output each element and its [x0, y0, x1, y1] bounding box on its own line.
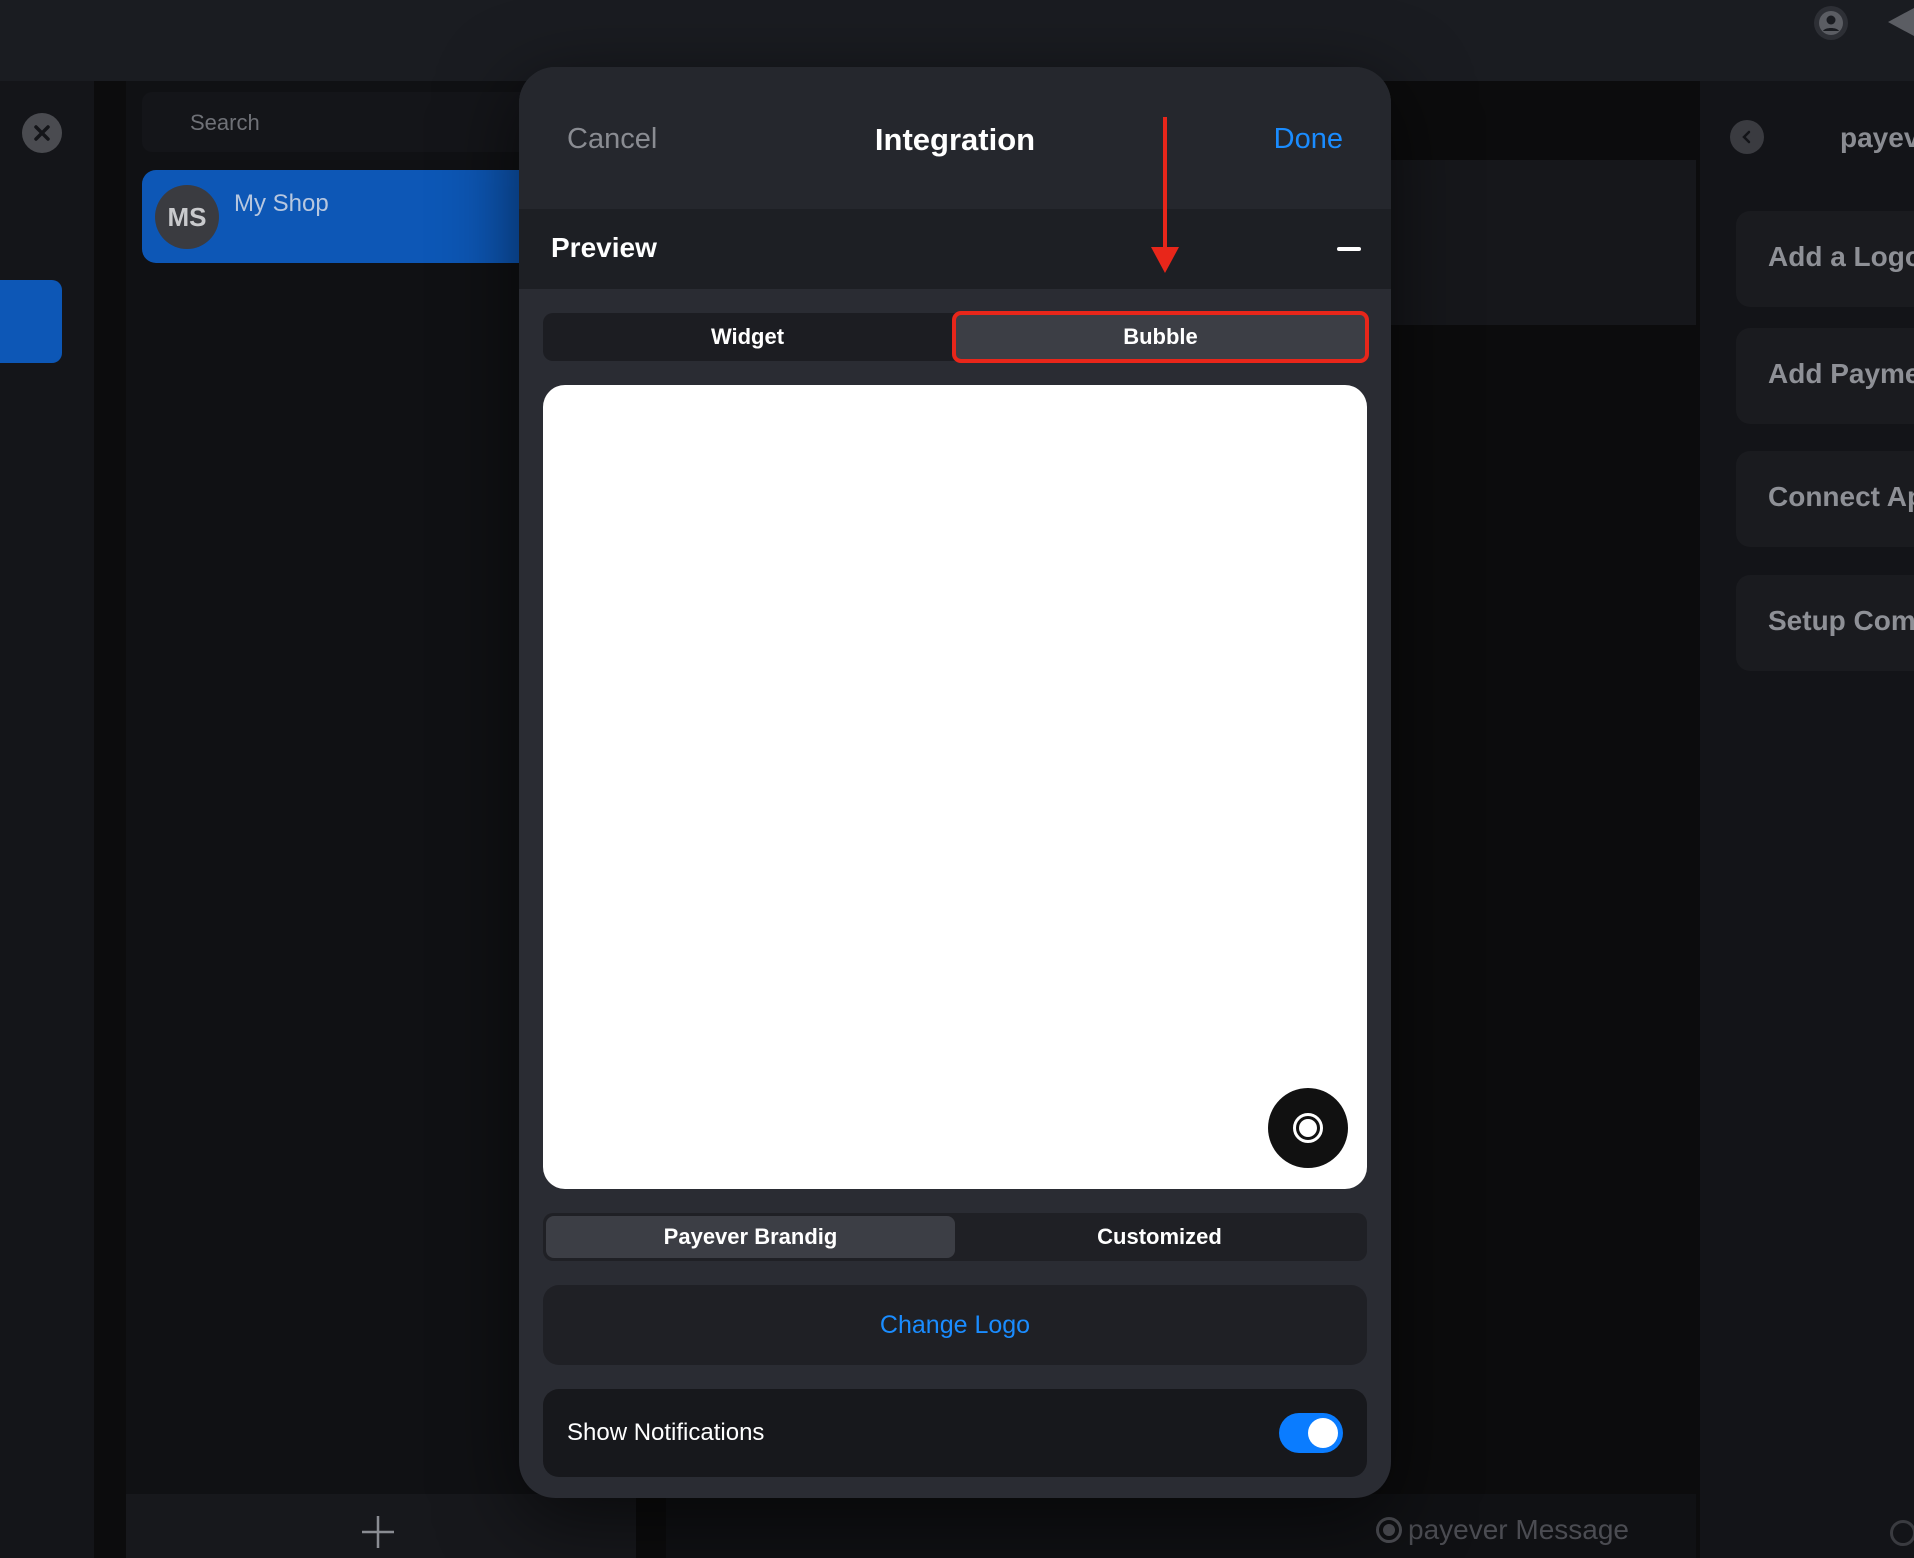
change-logo-button[interactable]: Change Logo [543, 1285, 1367, 1365]
send-icon[interactable] [1886, 4, 1914, 40]
plus-icon[interactable] [360, 1514, 396, 1550]
footer-brand-text: payever Message [1408, 1514, 1630, 1545]
right-panel-title: payev [1840, 122, 1914, 153]
done-button[interactable]: Done [1274, 123, 1343, 156]
integration-modal: Cancel Integration Done Preview Widget B… [519, 67, 1391, 1498]
chat-bubble-button[interactable] [1268, 1088, 1348, 1168]
rail-active-item[interactable] [0, 280, 62, 363]
annotation-arrow-head [1151, 247, 1179, 273]
user-circle-icon[interactable] [1814, 6, 1848, 40]
right-panel-item-setup-commerce[interactable]: Setup Comm [1736, 575, 1914, 671]
footer-brand: payever Message [1376, 1514, 1629, 1546]
right-panel-item-add-payment[interactable]: Add Paymen [1736, 328, 1914, 424]
notifications-toggle[interactable] [1279, 1413, 1343, 1453]
tab-payever-branding[interactable]: Payever Brandig [546, 1216, 955, 1258]
brand-logo-icon [1376, 1517, 1402, 1543]
preview-section-header[interactable]: Preview [519, 209, 1391, 289]
mode-segmented-control: Widget Bubble [543, 311, 1369, 363]
modal-title: Integration [874, 122, 1036, 157]
avatar: MS [155, 185, 219, 249]
tab-customized[interactable]: Customized [955, 1216, 1364, 1258]
record-icon [1293, 1113, 1323, 1143]
annotation-arrow [1163, 117, 1167, 257]
minus-icon[interactable] [1337, 239, 1367, 259]
right-panel-footer-icon [1890, 1520, 1914, 1546]
right-panel-item-connect-apps[interactable]: Connect Ap [1736, 451, 1914, 547]
tab-widget[interactable]: Widget [543, 313, 952, 361]
close-icon[interactable] [22, 113, 62, 153]
branding-segmented-control: Payever Brandig Customized [543, 1213, 1367, 1261]
tab-bubble[interactable]: Bubble [952, 311, 1369, 363]
modal-header: Cancel Integration Done [519, 67, 1391, 209]
preview-label: Preview [551, 232, 657, 263]
chat-header-strip [1380, 160, 1696, 325]
right-panel-item-add-logo[interactable]: Add a Logo [1736, 211, 1914, 307]
show-notifications-label: Show Notifications [567, 1419, 765, 1446]
show-notifications-row: Show Notifications [543, 1389, 1367, 1477]
chat-item-name: My Shop [234, 190, 329, 217]
chevron-left-icon[interactable] [1730, 120, 1764, 154]
preview-canvas [543, 385, 1367, 1189]
